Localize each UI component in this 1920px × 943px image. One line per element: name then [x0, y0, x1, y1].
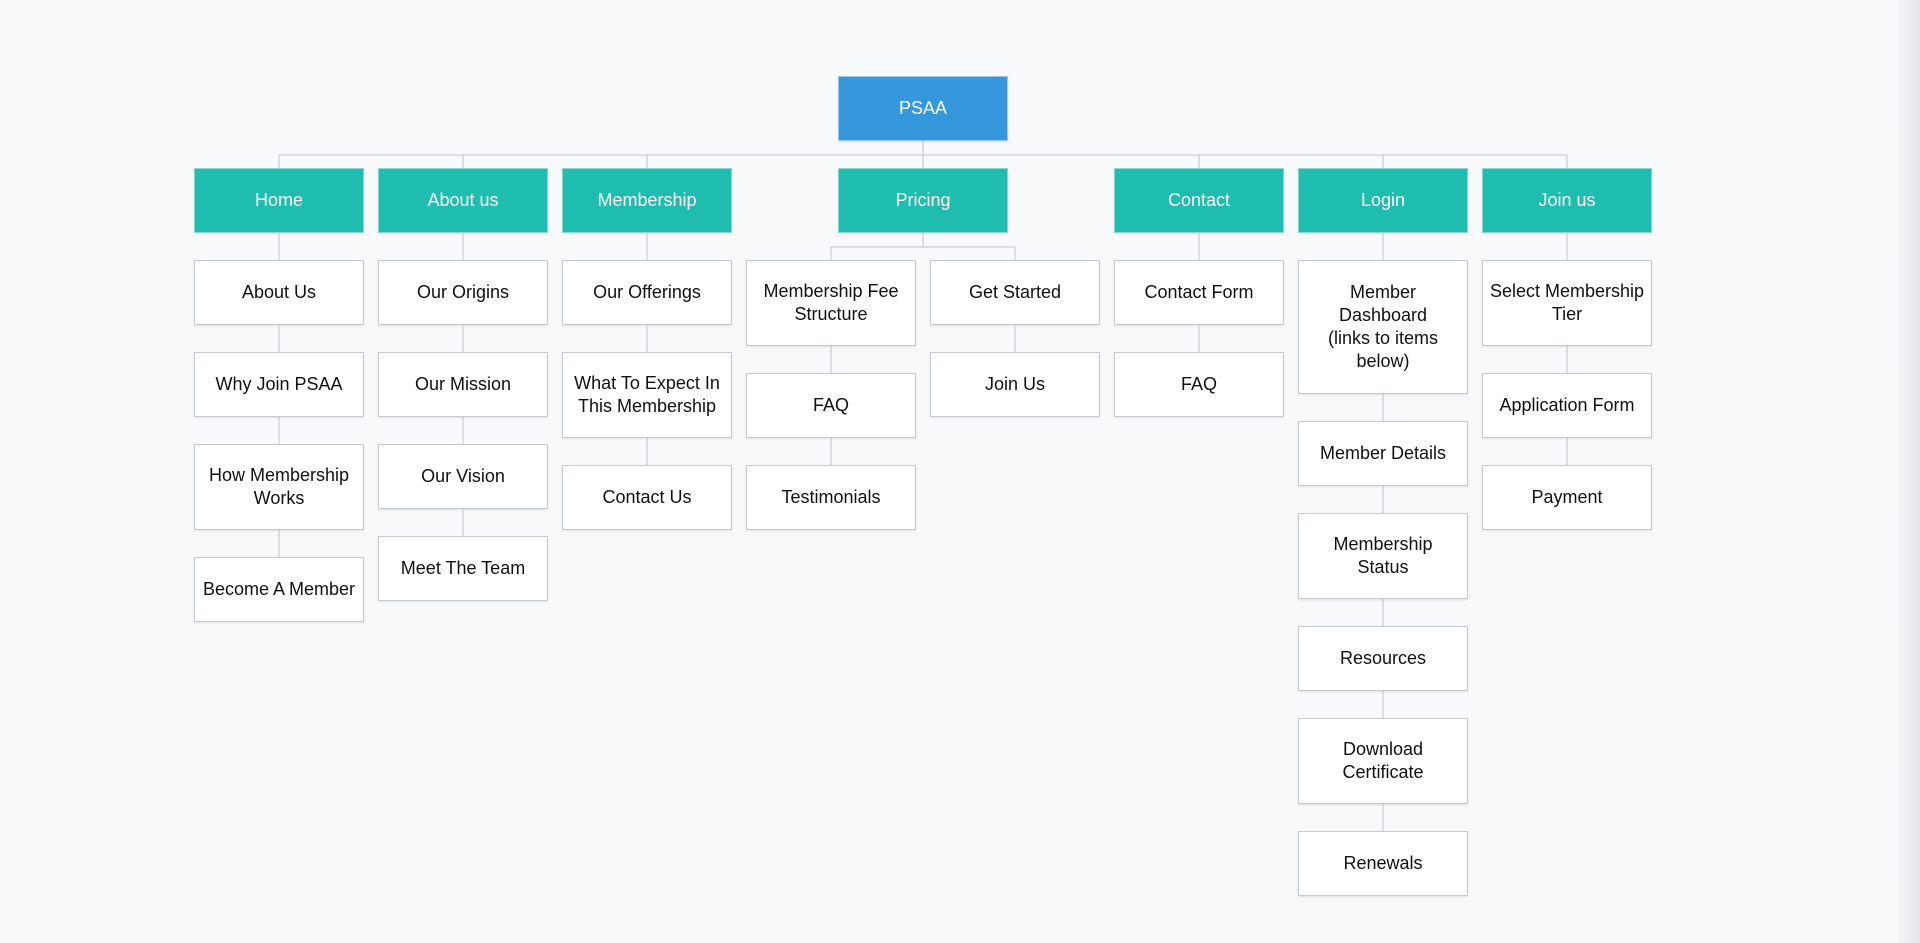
page-our-offerings[interactable]: Our Offerings [562, 260, 732, 325]
page-renewals[interactable]: Renewals [1298, 831, 1468, 896]
page-member-details[interactable]: Member Details [1298, 421, 1468, 486]
page-contact-form[interactable]: Contact Form [1114, 260, 1284, 325]
page-our-mission[interactable]: Our Mission [378, 352, 548, 417]
section-login[interactable]: Login [1298, 168, 1468, 233]
page-download-certificate[interactable]: Download Certificate [1298, 718, 1468, 804]
section-contact[interactable]: Contact [1114, 168, 1284, 233]
page-our-origins[interactable]: Our Origins [378, 260, 548, 325]
page-member-dashboard[interactable]: Member Dashboard (links to items below) [1298, 260, 1468, 394]
window-edge [1898, 0, 1920, 943]
page-how-membership-works[interactable]: How Membership Works [194, 444, 364, 530]
section-home[interactable]: Home [194, 168, 364, 233]
page-about-us[interactable]: About Us [194, 260, 364, 325]
page-contact-faq[interactable]: FAQ [1114, 352, 1284, 417]
page-resources[interactable]: Resources [1298, 626, 1468, 691]
page-become-a-member[interactable]: Become A Member [194, 557, 364, 622]
page-application-form[interactable]: Application Form [1482, 373, 1652, 438]
page-pricing-faq[interactable]: FAQ [746, 373, 916, 438]
section-membership[interactable]: Membership [562, 168, 732, 233]
page-join-us-pricing[interactable]: Join Us [930, 352, 1100, 417]
section-pricing[interactable]: Pricing [838, 168, 1008, 233]
page-payment[interactable]: Payment [1482, 465, 1652, 530]
page-membership-status[interactable]: Membership Status [1298, 513, 1468, 599]
page-what-to-expect[interactable]: What To Expect In This Membership [562, 352, 732, 438]
page-membership-fee-structure[interactable]: Membership Fee Structure [746, 260, 916, 346]
root-node[interactable]: PSAA [838, 76, 1008, 141]
section-about-us[interactable]: About us [378, 168, 548, 233]
sitemap-canvas: PSAA Home About Us Why Join PSAA How Mem… [0, 0, 1920, 943]
page-select-membership-tier[interactable]: Select Membership Tier [1482, 260, 1652, 346]
page-contact-us[interactable]: Contact Us [562, 465, 732, 530]
page-our-vision[interactable]: Our Vision [378, 444, 548, 509]
page-meet-the-team[interactable]: Meet The Team [378, 536, 548, 601]
page-get-started[interactable]: Get Started [930, 260, 1100, 325]
page-testimonials[interactable]: Testimonials [746, 465, 916, 530]
page-why-join-psaa[interactable]: Why Join PSAA [194, 352, 364, 417]
section-join-us[interactable]: Join us [1482, 168, 1652, 233]
